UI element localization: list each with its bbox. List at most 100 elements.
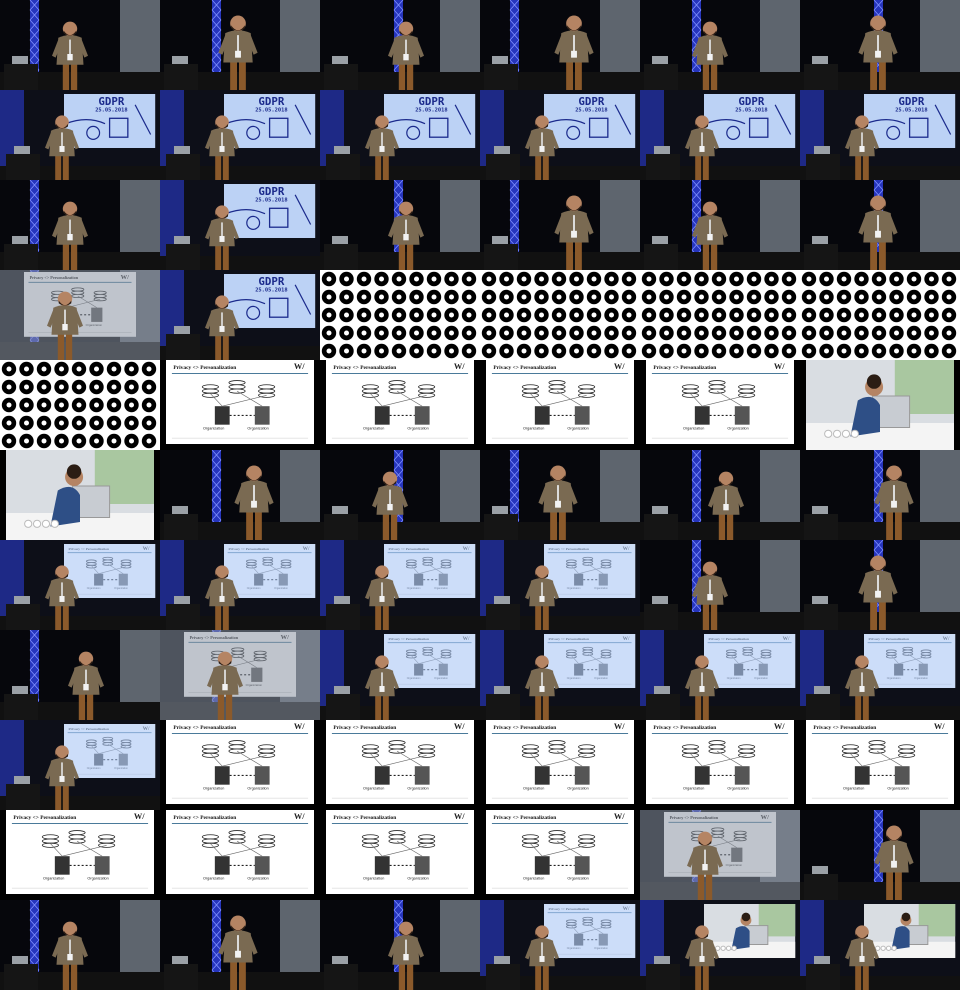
photo-tile-53: Privacy <> Personalization W/Organization… — [640, 720, 800, 810]
server-icon — [214, 766, 230, 785]
org-label: Organization — [247, 877, 268, 881]
tile-image: Privacy <> PersonalizationW/Organization… — [0, 810, 160, 900]
logo-icon: W/ — [454, 362, 465, 371]
photo-tile-56: Privacy <> Personalization W/Organization… — [160, 810, 320, 900]
database-icon — [738, 744, 756, 750]
laptop — [654, 956, 670, 964]
photo-tile-44: Privacy <> PersonalizationW/Organization… — [160, 630, 320, 720]
tile-image: GDPR25.05.2018 — [320, 90, 480, 180]
tile-image: GDPR25.05.2018 — [800, 90, 960, 180]
server-icon — [214, 406, 230, 425]
paper-ball — [731, 945, 737, 951]
database-icon — [418, 834, 436, 840]
database-icon — [548, 384, 566, 390]
privacy-title: Privacy <> Personalization — [173, 815, 236, 821]
paper-ball — [880, 945, 886, 951]
database-icon — [228, 744, 246, 750]
tile-image — [800, 900, 960, 990]
tile-image: Privacy <> PersonalizationW/Organization… — [640, 360, 800, 450]
org-label: Organization — [843, 787, 864, 791]
privacy-title: Privacy <> Personalization — [653, 365, 716, 371]
server-icon — [374, 766, 390, 785]
paper-ball — [725, 945, 732, 951]
privacy-title: Privacy <> Personalization — [13, 815, 76, 821]
org-label: Organization — [247, 787, 268, 791]
org-label: Organization — [567, 787, 588, 791]
photo-tile-50: Privacy <> Personalization W/Organization… — [160, 720, 320, 810]
tile-image: Privacy <> PersonalizationW/Organization… — [0, 270, 160, 360]
tile-image: Privacy <> PersonalizationW/Organization… — [480, 900, 640, 990]
photo-tile-43 — [0, 630, 160, 720]
tile-image — [640, 180, 800, 270]
database-icon — [681, 388, 699, 394]
laptop — [12, 56, 28, 64]
laptop — [654, 146, 670, 154]
privacy-title: Privacy <> Personalization — [333, 365, 396, 371]
server-icon — [534, 856, 550, 875]
tile-image — [800, 450, 960, 540]
podium — [166, 244, 200, 270]
photo-tile-25 — [0, 360, 160, 450]
logo-icon: W/ — [614, 812, 625, 821]
database-icon — [708, 380, 726, 386]
database-icon — [548, 830, 566, 836]
server-icon — [574, 406, 590, 425]
podium — [484, 514, 518, 540]
org-label: Organization — [407, 787, 428, 791]
laptop — [812, 236, 828, 244]
database-icon — [228, 380, 246, 386]
laptop — [174, 146, 190, 154]
server-icon — [734, 406, 750, 425]
server-icon — [254, 856, 270, 875]
photo-tile-59: Privacy <> PersonalizationW/Organization… — [640, 810, 800, 900]
tile-image — [320, 900, 480, 990]
database-icon — [201, 384, 219, 390]
tile-image: Privacy <> PersonalizationW/Organization… — [320, 360, 480, 450]
org-label: Organization — [203, 877, 224, 881]
laptop — [174, 236, 190, 244]
photo-tile-13 — [0, 180, 160, 270]
photo-tile-6 — [800, 0, 960, 90]
gdpr-date: 25.05.2018 — [255, 197, 287, 203]
database-icon — [578, 748, 596, 754]
laptop — [172, 506, 188, 514]
tile-image — [320, 270, 480, 360]
tile-image — [800, 540, 960, 630]
photo-tile-15 — [320, 180, 480, 270]
database-icon — [418, 744, 436, 750]
database-icon — [201, 388, 219, 394]
database-icon — [361, 748, 379, 754]
database-icon — [418, 388, 436, 394]
tile-image — [640, 270, 800, 360]
laptop — [14, 596, 30, 604]
podium — [164, 964, 198, 990]
org-label: Organization — [87, 877, 108, 881]
tile-image — [320, 450, 480, 540]
database-icon — [258, 388, 276, 394]
server-icon — [414, 406, 430, 425]
database-icon — [681, 744, 699, 750]
laptop — [494, 686, 510, 694]
database-icon — [228, 834, 246, 840]
server-icon — [254, 766, 270, 785]
laptop — [332, 56, 348, 64]
contact-sheet-grid: GDPR 25.05.2018 GDPR 25.05.2018 GDPR 25.05.20… — [0, 0, 960, 990]
privacy-title: Privacy <> Personalization — [493, 815, 556, 821]
podium — [644, 604, 678, 630]
tile-image — [0, 360, 160, 450]
database-icon — [548, 744, 566, 750]
database-icon — [258, 838, 276, 844]
server-icon — [374, 406, 390, 425]
org-label: Organization — [523, 427, 544, 431]
podium — [486, 964, 520, 990]
podium — [164, 64, 198, 90]
laptop — [174, 326, 190, 334]
gdpr-date: 25.05.2018 — [255, 287, 287, 293]
database-icon — [361, 388, 379, 394]
photo-tile-51: Privacy <> Personalization W/Organization… — [320, 720, 480, 810]
tile-image: Privacy <> PersonalizationW/Organization… — [480, 810, 640, 900]
podium — [4, 964, 38, 990]
database-icon — [841, 744, 859, 750]
database-icon — [41, 834, 59, 840]
photo-tile-23 — [640, 270, 800, 360]
